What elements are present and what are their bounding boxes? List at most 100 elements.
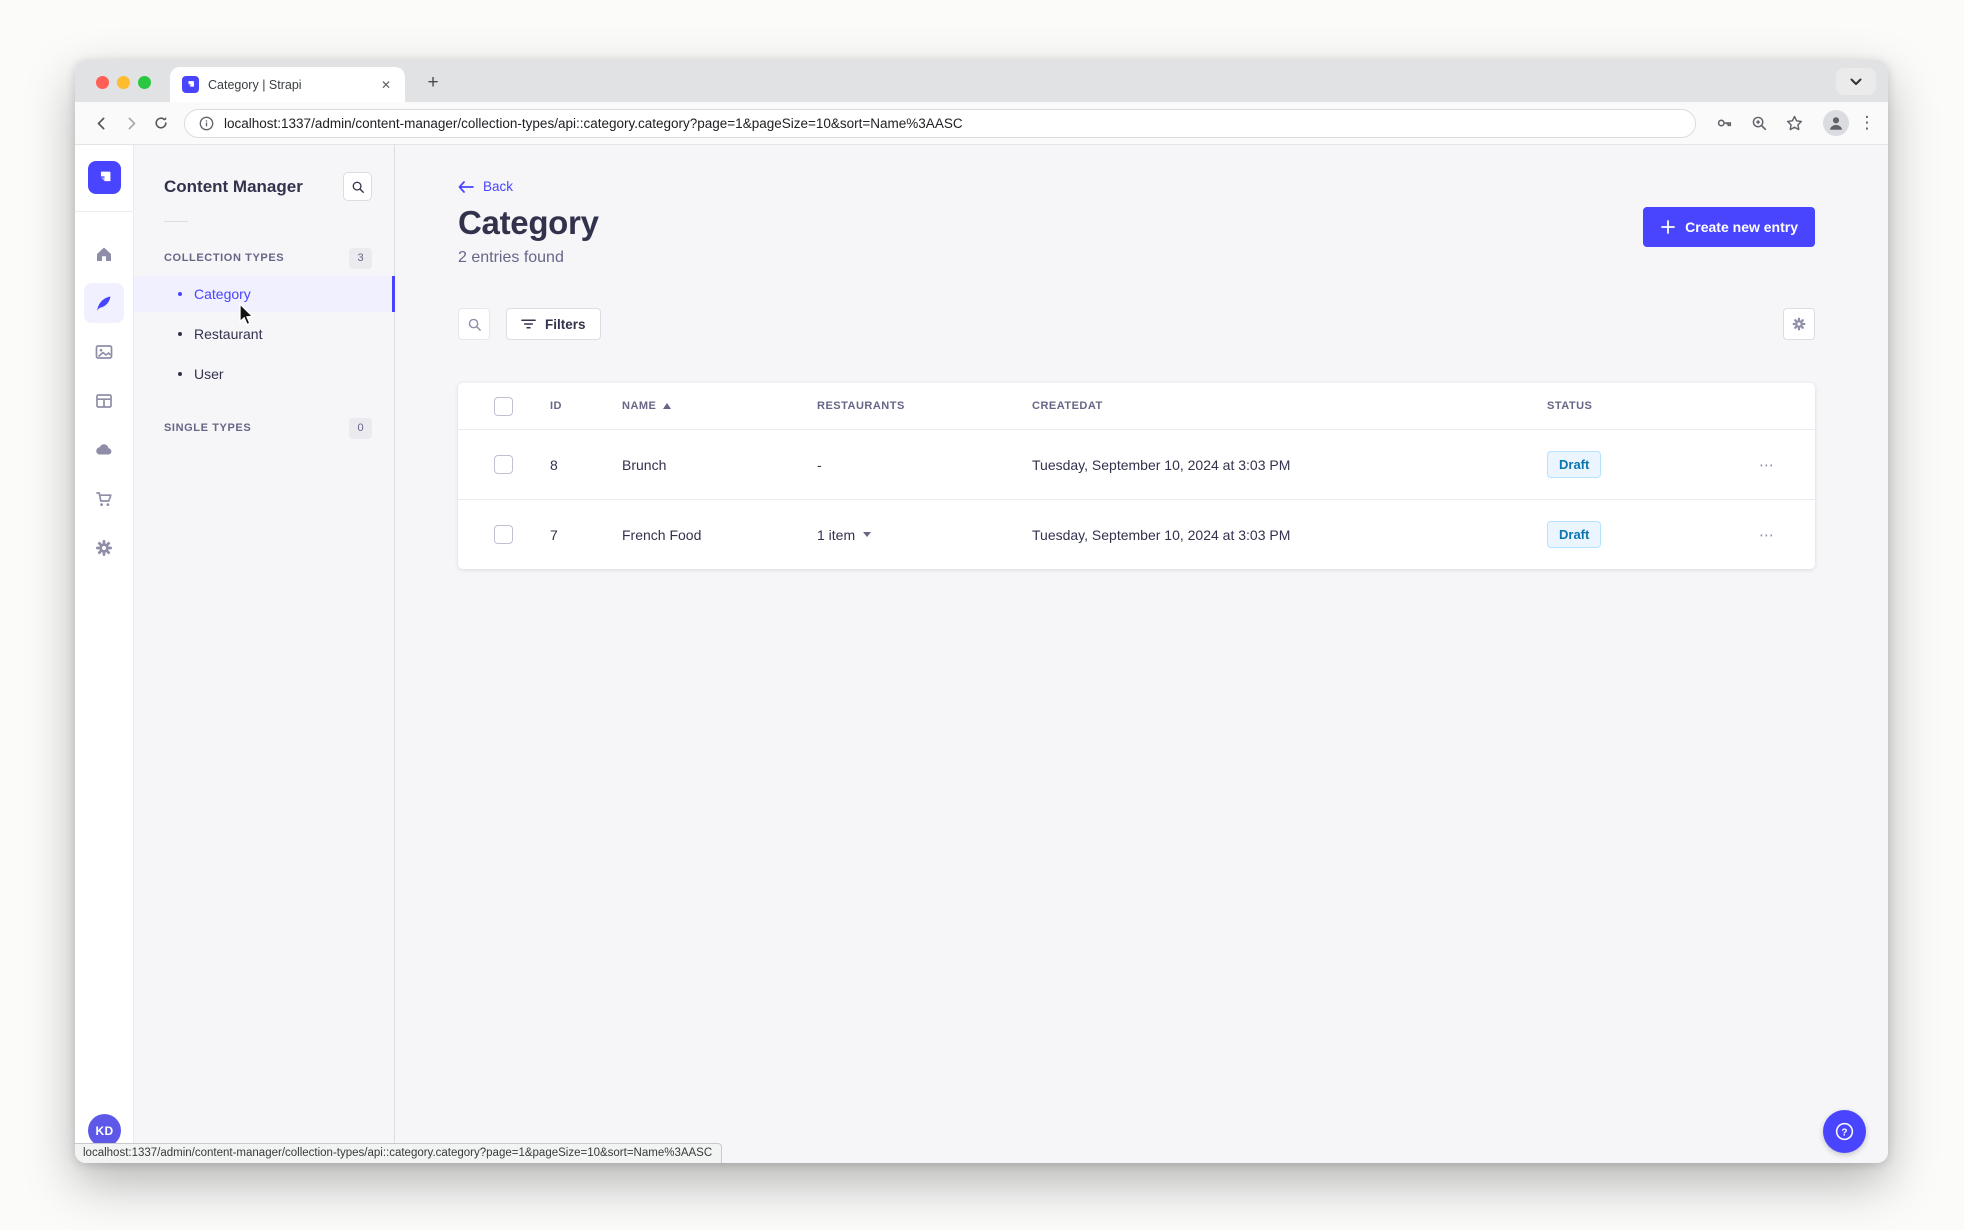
search-icon <box>468 318 481 331</box>
subnav-search-button[interactable] <box>343 172 372 201</box>
entries-count: 2 entries found <box>458 249 564 266</box>
browser-profile-avatar[interactable] <box>1823 110 1849 136</box>
layout-icon <box>96 394 112 408</box>
status-badge: Draft <box>1547 451 1602 478</box>
toolbar-right-icons: ⋮ <box>1710 109 1878 137</box>
row-actions-menu-icon[interactable]: ⋯ <box>1719 526 1815 544</box>
table-settings-button[interactable] <box>1783 308 1815 340</box>
home-icon <box>97 247 111 261</box>
nav-home-button[interactable] <box>84 234 124 274</box>
cell-restaurants[interactable]: 1 item <box>817 527 1032 543</box>
bullet-icon <box>178 292 182 296</box>
cell-createdat: Tuesday, September 10, 2024 at 3:03 PM <box>1032 456 1291 473</box>
column-header-status[interactable]: STATUS <box>1547 400 1719 412</box>
new-tab-button[interactable]: + <box>420 70 446 96</box>
plus-icon <box>1661 220 1676 234</box>
cell-id: 7 <box>550 526 558 543</box>
nav-content-type-builder-button[interactable] <box>84 381 124 421</box>
strapi-favicon-icon <box>182 76 199 93</box>
browser-menu-icon[interactable]: ⋮ <box>1856 113 1878 133</box>
row-checkbox[interactable] <box>494 525 513 544</box>
column-header-createdat[interactable]: CREATEDAT <box>1032 400 1547 412</box>
column-header-name[interactable]: NAME <box>622 400 817 412</box>
page-title: Category <box>458 204 599 241</box>
image-icon <box>95 345 113 359</box>
sidebar-item-user[interactable]: User <box>134 356 394 392</box>
help-button[interactable]: ? <box>1823 1110 1866 1153</box>
subnav-divider <box>164 221 188 222</box>
main-panel: Back Category 2 entries found Create new… <box>395 145 1888 1163</box>
bullet-icon <box>178 332 182 336</box>
table-header-row: ID NAME RESTAURANTS CREATEDAT STATUS <box>458 383 1815 429</box>
single-types-count-badge: 0 <box>349 417 372 439</box>
tab-close-icon[interactable]: ✕ <box>377 76 395 94</box>
cloud-icon <box>96 444 112 455</box>
window-controls <box>96 76 151 89</box>
collection-types-count-badge: 3 <box>349 247 372 269</box>
column-header-restaurants[interactable]: RESTAURANTS <box>817 400 1032 412</box>
cell-name: French Food <box>622 526 702 543</box>
filter-icon <box>521 319 536 329</box>
chevron-down-icon <box>863 532 872 537</box>
tab-strip: Category | Strapi ✕ + <box>75 60 1888 102</box>
app-content: KD Content Manager COLLECTION TYPES 3 Ca… <box>75 145 1888 1163</box>
bookmark-star-icon[interactable] <box>1780 109 1808 137</box>
search-icon <box>352 181 364 193</box>
maximize-window-button[interactable] <box>138 76 151 89</box>
gear-icon <box>1792 317 1806 331</box>
nav-media-library-button[interactable] <box>84 332 124 372</box>
forward-button[interactable] <box>116 108 146 138</box>
select-all-checkbox[interactable] <box>494 396 513 416</box>
bullet-icon <box>178 372 182 376</box>
nav-cloud-button[interactable] <box>84 430 124 470</box>
cell-createdat: Tuesday, September 10, 2024 at 3:03 PM <box>1032 526 1291 543</box>
subnav-title: Content Manager <box>164 176 303 196</box>
arrow-left-icon <box>458 180 474 193</box>
gear-icon <box>96 540 112 556</box>
url-bar[interactable]: localhost:1337/admin/content-manager/col… <box>184 108 1696 138</box>
url-text: localhost:1337/admin/content-manager/col… <box>224 115 963 131</box>
password-key-icon[interactable] <box>1710 109 1738 137</box>
row-checkbox[interactable] <box>494 455 513 474</box>
zoom-search-icon[interactable] <box>1745 109 1773 137</box>
feather-pen-icon <box>96 296 111 311</box>
cell-restaurants: - <box>817 456 822 473</box>
nav-settings-button[interactable] <box>84 528 124 568</box>
tab-search-button[interactable] <box>1836 68 1876 95</box>
table-row[interactable]: 7 French Food 1 item Tuesday, September … <box>458 499 1815 569</box>
nav-content-manager-button[interactable] <box>84 283 124 323</box>
sidebar-item-restaurant[interactable]: Restaurant <box>134 316 394 352</box>
chevron-down-icon <box>1850 78 1862 85</box>
column-header-id[interactable]: ID <box>550 400 622 412</box>
reload-button[interactable] <box>146 108 176 138</box>
sidebar-item-category[interactable]: Category <box>134 276 395 312</box>
content-manager-subnav: Content Manager COLLECTION TYPES 3 Categ… <box>134 145 395 1163</box>
site-info-icon[interactable] <box>199 116 214 131</box>
filters-button[interactable]: Filters <box>506 308 601 340</box>
minimize-window-button[interactable] <box>117 76 130 89</box>
status-badge: Draft <box>1547 521 1602 548</box>
row-actions-menu-icon[interactable]: ⋯ <box>1719 456 1815 474</box>
back-button[interactable] <box>86 108 116 138</box>
browser-tab[interactable]: Category | Strapi ✕ <box>170 67 405 102</box>
cell-id: 8 <box>550 456 558 473</box>
collection-types-label: COLLECTION TYPES <box>164 252 285 264</box>
cell-name: Brunch <box>622 456 667 473</box>
single-types-label: SINGLE TYPES <box>164 422 252 434</box>
question-mark-icon: ? <box>1835 1122 1854 1141</box>
back-link[interactable]: Back <box>458 179 528 194</box>
sort-ascending-icon <box>663 403 672 409</box>
rail-divider <box>75 211 133 212</box>
status-bar-link-preview: localhost:1337/admin/content-manager/col… <box>75 1143 723 1163</box>
close-window-button[interactable] <box>96 76 109 89</box>
tab-title: Category | Strapi <box>208 77 302 92</box>
browser-window: Category | Strapi ✕ + localhost:1337/adm… <box>75 60 1888 1163</box>
browser-toolbar: localhost:1337/admin/content-manager/col… <box>75 102 1888 145</box>
entries-table: ID NAME RESTAURANTS CREATEDAT STATUS 8 B… <box>458 383 1815 569</box>
create-new-entry-button[interactable]: Create new entry <box>1643 207 1815 247</box>
nav-marketplace-button[interactable] <box>84 479 124 519</box>
strapi-logo-icon[interactable] <box>87 161 121 194</box>
main-nav-rail: KD <box>75 145 134 1163</box>
table-row[interactable]: 8 Brunch - Tuesday, September 10, 2024 a… <box>458 429 1815 499</box>
table-search-button[interactable] <box>458 308 490 340</box>
